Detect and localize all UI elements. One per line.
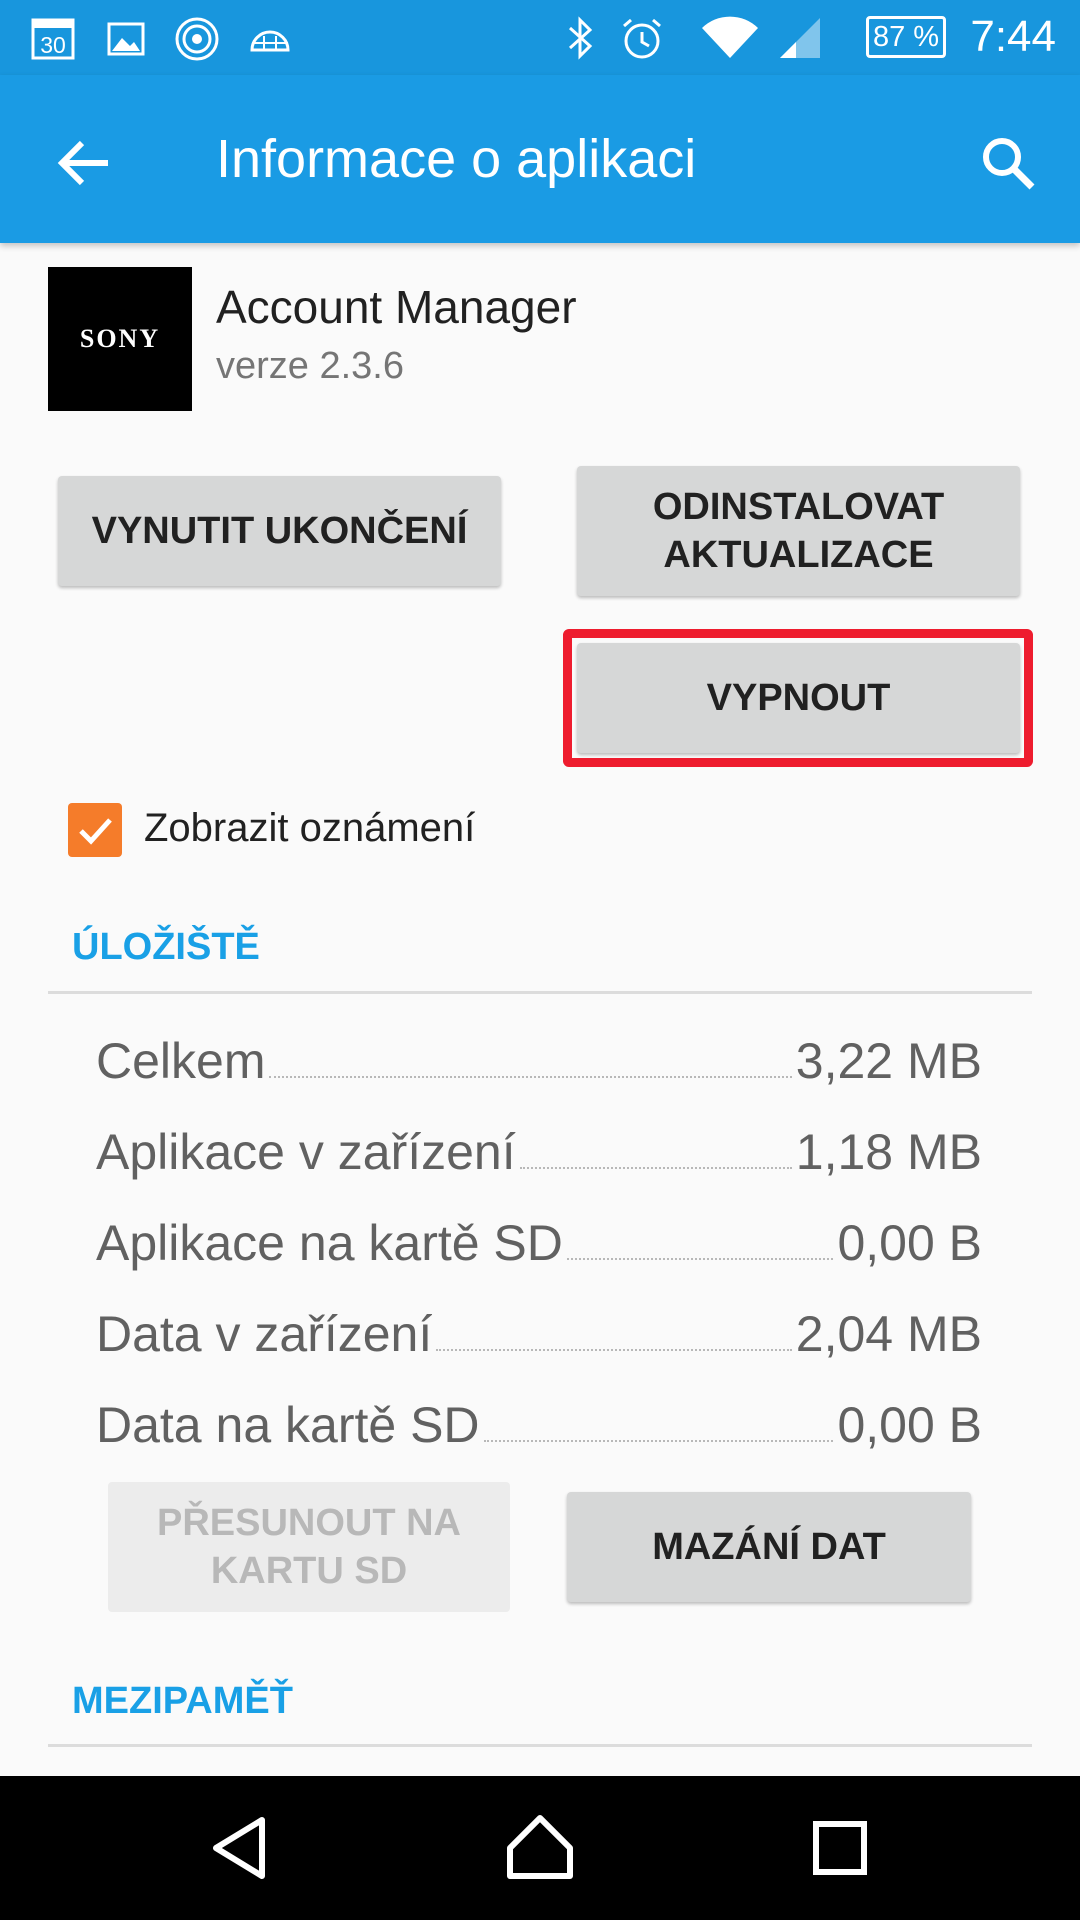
home-icon <box>507 1815 573 1879</box>
igloo-icon <box>248 14 292 62</box>
cache-header: MEZIPAMĚŤ <box>72 1680 293 1722</box>
cache-divider <box>48 1744 1032 1747</box>
image-icon <box>106 14 146 62</box>
alarm-icon <box>618 14 666 62</box>
app-name: Account Manager <box>216 281 577 333</box>
storage-row-value: 1,18 MB <box>795 1124 982 1180</box>
wifi-icon <box>700 14 760 62</box>
storage-row-value: 0,00 B <box>837 1397 982 1453</box>
app-version: verze 2.3.6 <box>216 345 404 387</box>
disable-label: VYPNOUT <box>706 677 891 719</box>
storage-row-label: Data na kartě SD <box>96 1397 480 1453</box>
storage-row-label: Data v zařízení <box>96 1306 433 1362</box>
calendar-icon: 30 <box>30 14 76 62</box>
status-bar: 30 87 % 7:44 <box>0 0 1080 75</box>
recents-square-icon <box>813 1821 867 1875</box>
storage-row-label: Celkem <box>96 1033 266 1089</box>
force-stop-label: VYNUTIT UKONČENÍ <box>91 510 468 552</box>
search-button[interactable] <box>966 121 1050 205</box>
force-stop-button[interactable]: VYNUTIT UKONČENÍ <box>58 476 501 586</box>
show-notifications-checkbox[interactable] <box>68 803 122 857</box>
storage-row-value: 0,00 B <box>837 1215 982 1271</box>
nav-home-button[interactable] <box>500 1808 580 1888</box>
storage-row-value: 2,04 MB <box>795 1306 982 1362</box>
battery-percent: 87 % <box>872 21 940 53</box>
disable-button[interactable]: VYPNOUT <box>577 643 1020 753</box>
storage-row-label: Aplikace na kartě SD <box>96 1215 563 1271</box>
page-title: Informace o aplikaci <box>216 129 697 189</box>
screen: 30 87 % 7:44 Informace o aplikaci SONY A… <box>0 0 1080 1920</box>
signal-icon <box>776 14 824 62</box>
leader-dots <box>519 1167 792 1169</box>
uninstall-updates-button[interactable]: ODINSTALOVAT AKTUALIZACE <box>577 466 1020 596</box>
checkmark-icon <box>79 818 112 845</box>
leader-dots <box>566 1258 834 1260</box>
app-icon: SONY <box>48 267 192 411</box>
hotspot-icon <box>172 14 222 62</box>
storage-divider <box>48 991 1032 994</box>
calendar-day-text: 30 <box>40 32 66 58</box>
storage-row-app-device: Aplikace v zařízení 1,18 MB <box>96 1111 982 1181</box>
app-bar: Informace o aplikaci <box>0 75 1080 243</box>
battery-icon: 87 % <box>866 16 946 58</box>
uninstall-updates-label-line1: ODINSTALOVAT <box>652 486 945 528</box>
move-to-sd-label-line1: PŘESUNOUT NA <box>156 1502 462 1544</box>
storage-row-total: Celkem 3,22 MB <box>96 1020 982 1090</box>
arrow-back-icon <box>57 140 108 186</box>
clock: 7:44 <box>970 12 1056 61</box>
storage-row-data-sd: Data na kartě SD 0,00 B <box>96 1384 982 1454</box>
bluetooth-icon <box>562 14 598 62</box>
uninstall-updates-label-line2: AKTUALIZACE <box>663 534 934 576</box>
storage-row-data-device: Data v zařízení 2,04 MB <box>96 1293 982 1363</box>
nav-back-button[interactable] <box>200 1808 280 1888</box>
leader-dots <box>269 1076 792 1078</box>
storage-row-label: Aplikace v zařízení <box>96 1124 516 1180</box>
back-button[interactable] <box>42 121 126 205</box>
storage-row-value: 3,22 MB <box>795 1033 982 1089</box>
storage-header: ÚLOŽIŠTĚ <box>72 926 260 968</box>
triangle-back-icon <box>213 1817 265 1879</box>
clear-data-label: MAZÁNÍ DAT <box>652 1526 886 1568</box>
app-icon-text: SONY <box>79 324 161 353</box>
clear-data-button[interactable]: MAZÁNÍ DAT <box>567 1492 971 1602</box>
leader-dots <box>483 1440 834 1442</box>
show-notifications-label[interactable]: Zobrazit oznámení <box>144 806 475 851</box>
storage-row-app-sd: Aplikace na kartě SD 0,00 B <box>96 1202 982 1272</box>
move-to-sd-button[interactable]: PŘESUNOUT NA KARTU SD <box>108 1482 510 1612</box>
nav-recents-button[interactable] <box>800 1808 880 1888</box>
leader-dots <box>436 1349 792 1351</box>
navigation-bar <box>0 1776 1080 1920</box>
move-to-sd-label-line2: KARTU SD <box>210 1550 408 1592</box>
search-icon <box>983 138 1035 190</box>
